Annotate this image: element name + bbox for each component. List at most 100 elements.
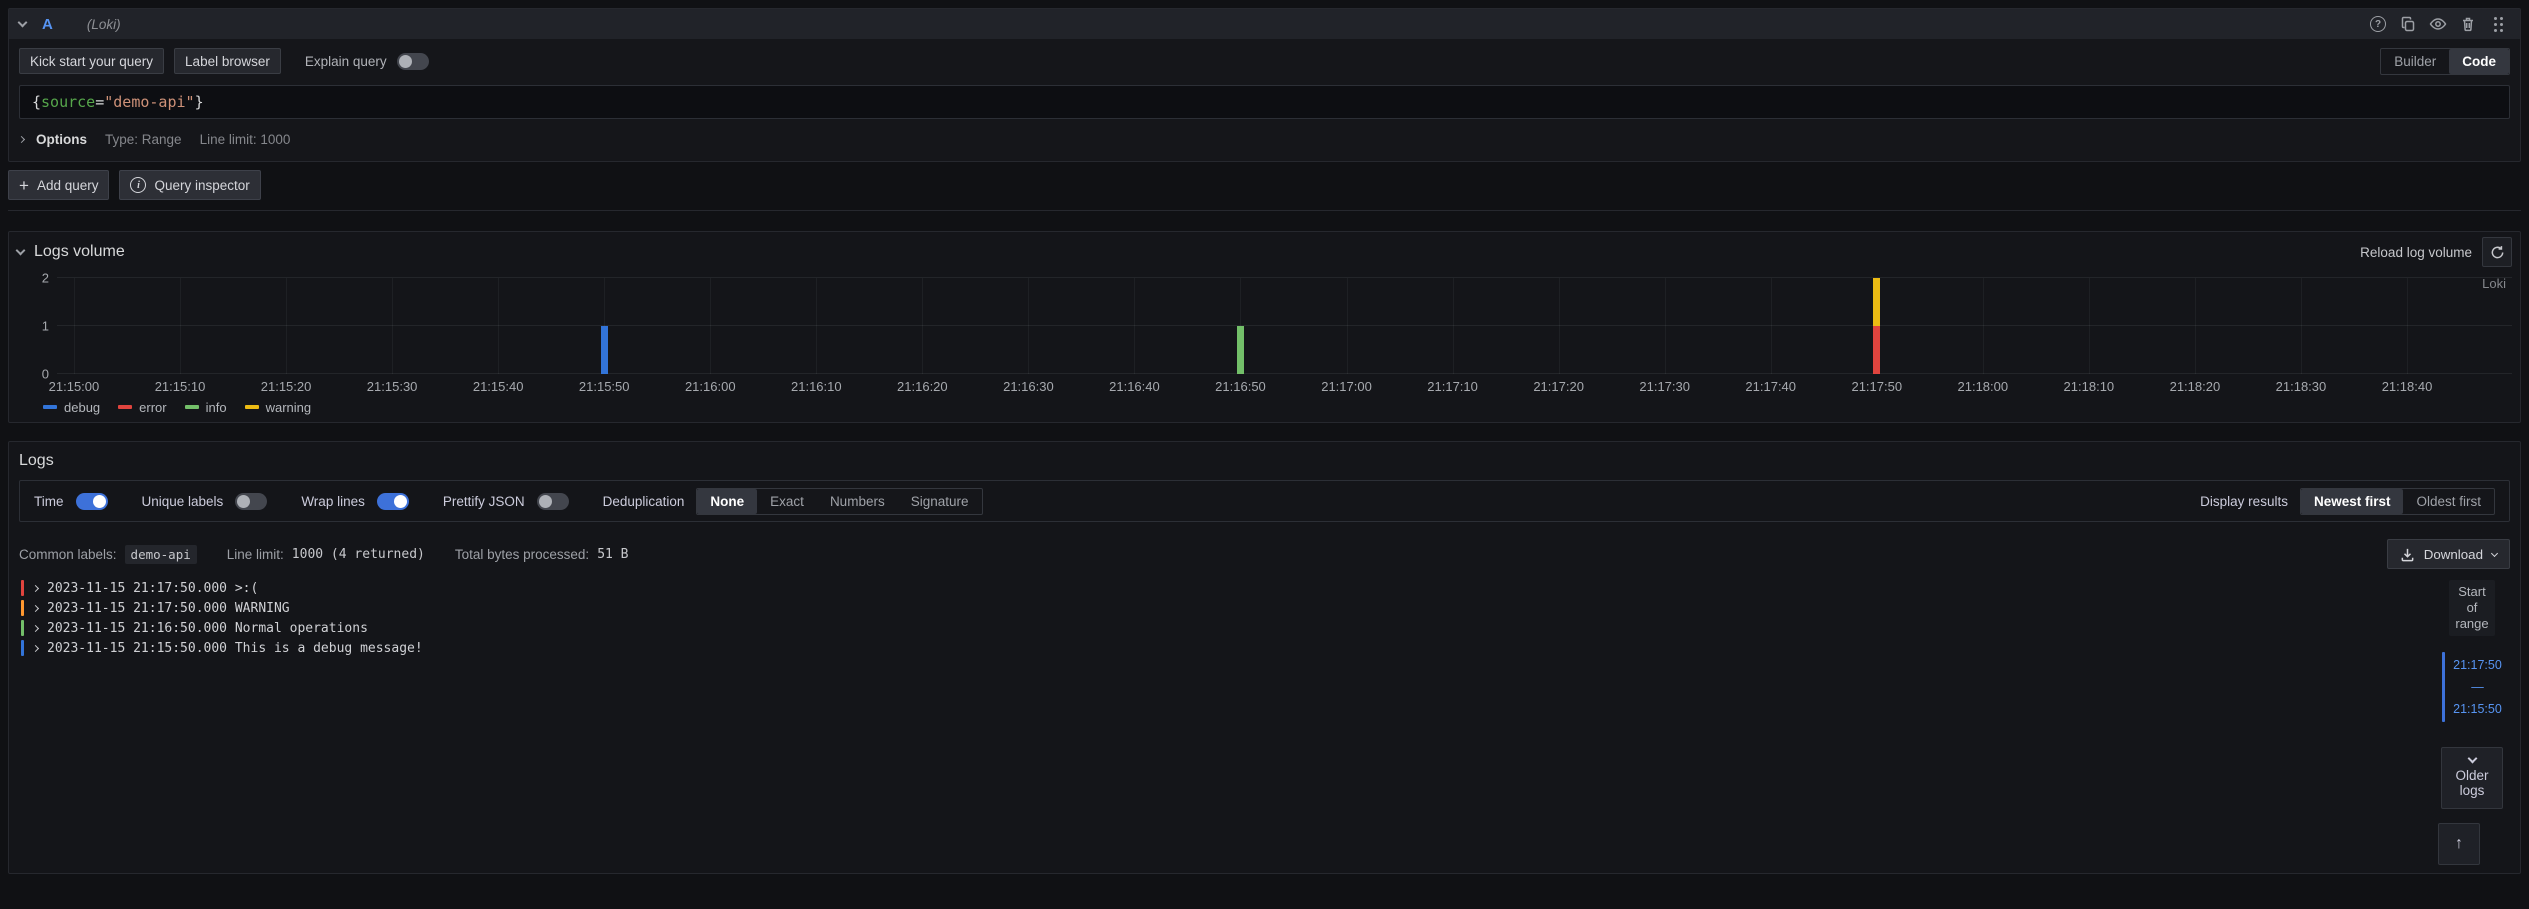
- query-token-brace-open: {: [32, 93, 41, 111]
- editor-mode-builder[interactable]: Builder: [2381, 49, 2449, 74]
- log-level-indicator-debug: [21, 640, 24, 656]
- chart-x-tick-label: 21:18:20: [2170, 379, 2221, 394]
- query-ref-id: A: [42, 16, 53, 33]
- legend-swatch-debug: [43, 405, 57, 409]
- chart-hgridline: [57, 325, 2512, 326]
- chart-x-tick-label: 21:17:20: [1533, 379, 1584, 394]
- query-inspector-button[interactable]: i Query inspector: [119, 170, 260, 200]
- prettify-json-toggle[interactable]: [537, 493, 569, 510]
- dedup-option-numbers[interactable]: Numbers: [817, 489, 898, 514]
- log-row-info[interactable]: 2023-11-15 21:16:50.000 Normal operation…: [19, 618, 2434, 638]
- chart-vgridline: [1983, 278, 1984, 374]
- time-toggle[interactable]: [76, 493, 108, 510]
- collapse-query-chevron-icon[interactable]: [18, 18, 28, 28]
- chart-bar-error: [1873, 326, 1880, 374]
- range-separator: —: [2471, 680, 2484, 694]
- start-of-range-label: Startofrange: [2449, 580, 2494, 636]
- chart-x-tick-label: 21:17:50: [1851, 379, 1902, 394]
- older-logs-button[interactable]: Olderlogs: [2441, 747, 2503, 809]
- chart-vgridline: [2195, 278, 2196, 374]
- chart-vgridline: [180, 278, 181, 374]
- query-token-value: "demo-api": [104, 93, 194, 111]
- chart-x-tick-label: 21:15:50: [579, 379, 630, 394]
- chart-vgridline: [1028, 278, 1029, 374]
- editor-mode-code[interactable]: Code: [2449, 49, 2509, 74]
- logs-controls-bar: Time Unique labels Wrap lines Prettify J…: [19, 480, 2510, 522]
- chart-vgridline: [392, 278, 393, 374]
- legend-swatch-error: [118, 405, 132, 409]
- chart-vgridline: [1771, 278, 1772, 374]
- log-expand-chevron-icon[interactable]: [32, 584, 39, 591]
- drag-handle-icon[interactable]: [2486, 12, 2510, 36]
- legend-item-warning[interactable]: warning: [245, 400, 312, 415]
- chart-bar-warning: [1873, 278, 1880, 326]
- query-token-operator: =: [95, 93, 104, 111]
- dedup-option-none[interactable]: None: [697, 489, 757, 514]
- total-bytes-value: 51 B: [597, 547, 628, 562]
- chart-vgridline: [2089, 278, 2090, 374]
- explain-query-toggle[interactable]: [397, 53, 429, 70]
- log-rows-list: 2023-11-15 21:17:50.000 >:(2023-11-15 21…: [19, 578, 2434, 865]
- label-browser-button[interactable]: Label browser: [174, 48, 281, 74]
- time-toggle-label: Time: [34, 494, 64, 509]
- display-results-switch: Newest firstOldest first: [2300, 488, 2495, 515]
- display-option-newest-first[interactable]: Newest first: [2301, 489, 2404, 514]
- display-option-oldest-first[interactable]: Oldest first: [2403, 489, 2494, 514]
- log-row-warning[interactable]: 2023-11-15 21:17:50.000 WARNING: [19, 598, 2434, 618]
- older-logs-chevron-icon: [2467, 754, 2477, 764]
- legend-item-info[interactable]: info: [185, 400, 227, 415]
- common-labels-badge: demo-api: [125, 545, 197, 564]
- duplicate-query-icon[interactable]: [2396, 12, 2420, 36]
- chart-x-tick-label: 21:15:00: [49, 379, 100, 394]
- chart-x-tick-label: 21:18:10: [2064, 379, 2115, 394]
- reload-log-volume-button[interactable]: [2482, 237, 2512, 267]
- arrow-up-icon: ↑: [2455, 835, 2463, 853]
- download-chevron-icon: [2491, 549, 2498, 556]
- delete-query-trash-icon[interactable]: [2456, 12, 2480, 36]
- legend-item-error[interactable]: error: [118, 400, 166, 415]
- dedup-option-signature[interactable]: Signature: [898, 489, 982, 514]
- chart-x-tick-label: 21:15:30: [367, 379, 418, 394]
- download-button[interactable]: Download: [2387, 539, 2510, 569]
- line-limit-value: 1000 (4 returned): [292, 547, 425, 562]
- total-bytes-label: Total bytes processed:: [455, 547, 589, 562]
- legend-swatch-warning: [245, 405, 259, 409]
- query-options-collapse[interactable]: Options Type: Range Line limit: 1000: [19, 127, 2510, 151]
- chart-vgridline: [922, 278, 923, 374]
- logs-volume-chart: 012 21:15:0021:15:1021:15:2021:15:3021:1…: [17, 278, 2512, 418]
- log-expand-chevron-icon[interactable]: [32, 604, 39, 611]
- dedup-option-exact[interactable]: Exact: [757, 489, 817, 514]
- logs-volume-collapse-chevron-icon[interactable]: [16, 246, 26, 256]
- chart-hgridline: [57, 277, 2512, 278]
- log-expand-chevron-icon[interactable]: [32, 644, 39, 651]
- query-row-header[interactable]: A (Loki) ?: [9, 9, 2520, 39]
- deduplication-label: Deduplication: [603, 494, 685, 509]
- chart-plot: [57, 278, 2512, 374]
- chart-x-tick-label: 21:15:10: [155, 379, 206, 394]
- chart-x-tick-label: 21:15:40: [473, 379, 524, 394]
- legend-item-debug[interactable]: debug: [43, 400, 100, 415]
- log-row-debug[interactable]: 2023-11-15 21:15:50.000 This is a debug …: [19, 638, 2434, 658]
- explain-query-label: Explain query: [305, 54, 387, 69]
- chart-vgridline: [1559, 278, 1560, 374]
- query-token-label: source: [41, 93, 95, 111]
- log-row-error[interactable]: 2023-11-15 21:17:50.000 >:(: [19, 578, 2434, 598]
- chart-legend: debug error info warning: [43, 396, 2512, 418]
- kick-start-query-button[interactable]: Kick start your query: [19, 48, 164, 74]
- help-icon[interactable]: ?: [2366, 12, 2390, 36]
- time-range-indicator[interactable]: 21:17:50 — 21:15:50: [2442, 652, 2502, 722]
- logs-volume-panel: Logs volume Reload log volume Loki 012 2…: [8, 231, 2521, 423]
- add-query-button[interactable]: + Add query: [8, 170, 109, 200]
- chart-vgridline: [816, 278, 817, 374]
- logs-meta-row: Common labels: demo-api Line limit: 1000…: [19, 538, 2510, 570]
- log-expand-chevron-icon[interactable]: [32, 624, 39, 631]
- unique-labels-toggle[interactable]: [235, 493, 267, 510]
- log-line-text: 2023-11-15 21:15:50.000 This is a debug …: [47, 641, 423, 656]
- loki-query-input[interactable]: {source="demo-api"}: [19, 85, 2510, 119]
- chart-vgridline: [286, 278, 287, 374]
- wrap-lines-toggle[interactable]: [377, 493, 409, 510]
- scroll-to-top-button[interactable]: ↑: [2438, 823, 2480, 865]
- toggle-visibility-eye-icon[interactable]: [2426, 12, 2450, 36]
- options-label: Options: [36, 132, 87, 147]
- chart-vgridline: [2407, 278, 2408, 374]
